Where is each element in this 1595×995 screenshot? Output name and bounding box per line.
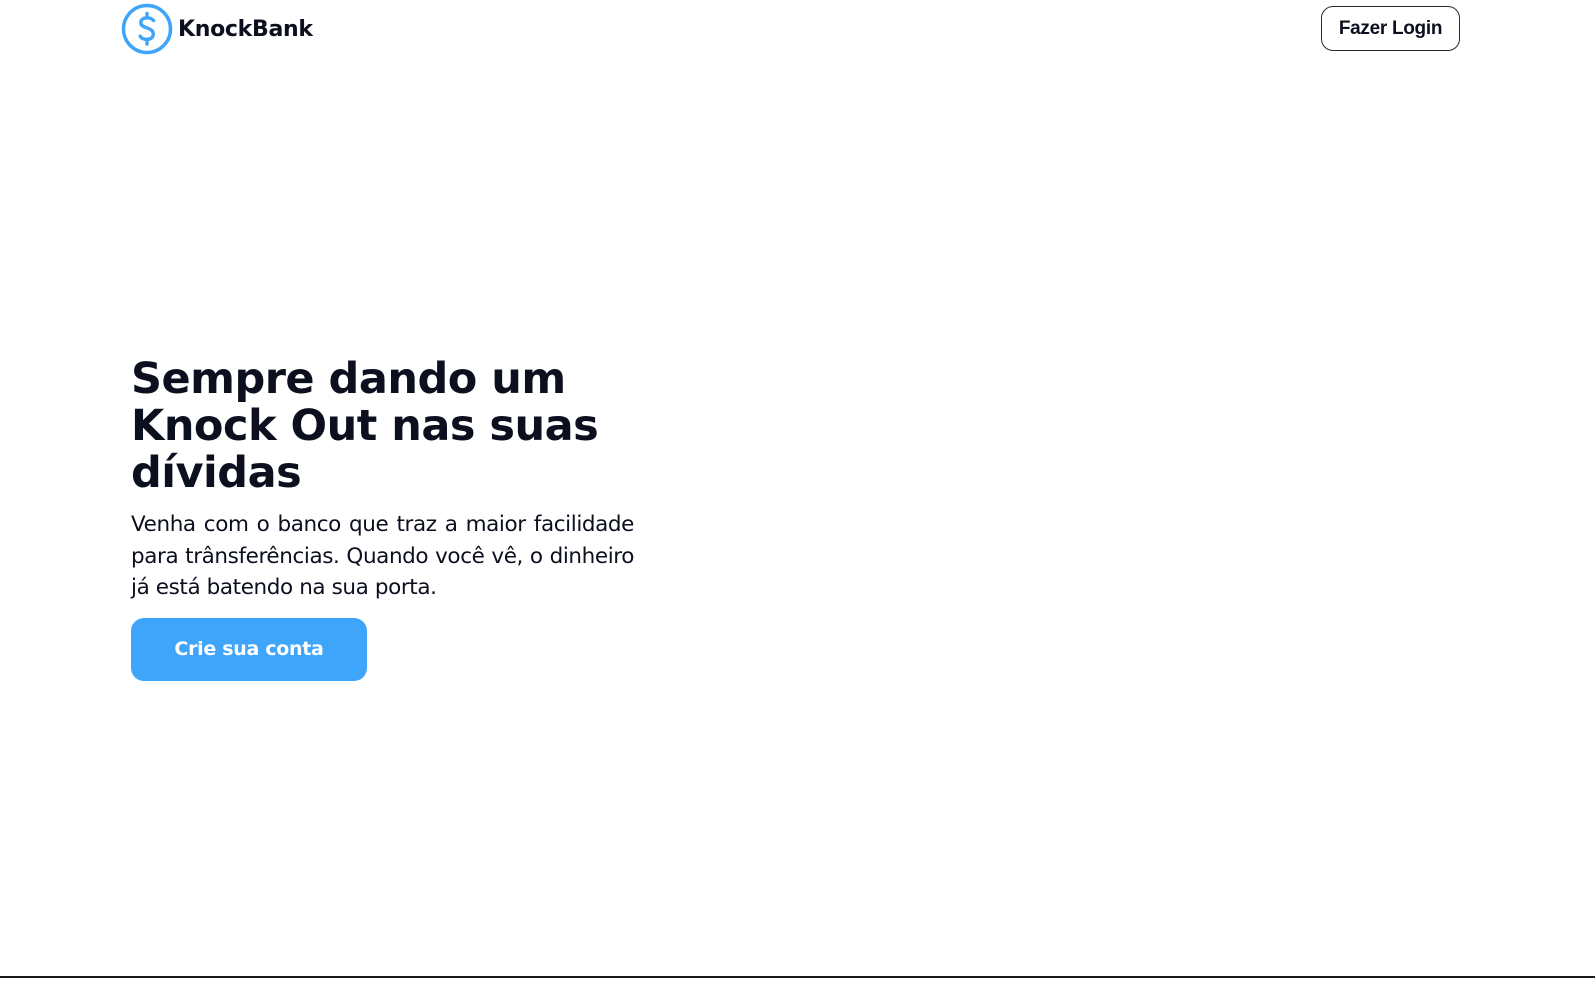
dollar-circle-icon	[121, 3, 173, 55]
hero-title: Sempre dando um Knock Out nas suas dívid…	[131, 354, 599, 498]
brand-logo-link[interactable]: KnockBank	[121, 3, 313, 55]
create-account-button[interactable]: Crie sua conta	[131, 617, 367, 681]
brand-name: KnockBank	[178, 16, 313, 42]
login-button[interactable]: Fazer Login	[1321, 6, 1460, 51]
hero-subtitle: Venha com o banco que traz a maior facil…	[131, 512, 634, 600]
bottom-divider	[0, 976, 1595, 978]
hero-section: Sempre dando um Knock Out nas suas dívid…	[131, 356, 651, 681]
site-header: KnockBank Fazer Login	[0, 0, 1595, 58]
